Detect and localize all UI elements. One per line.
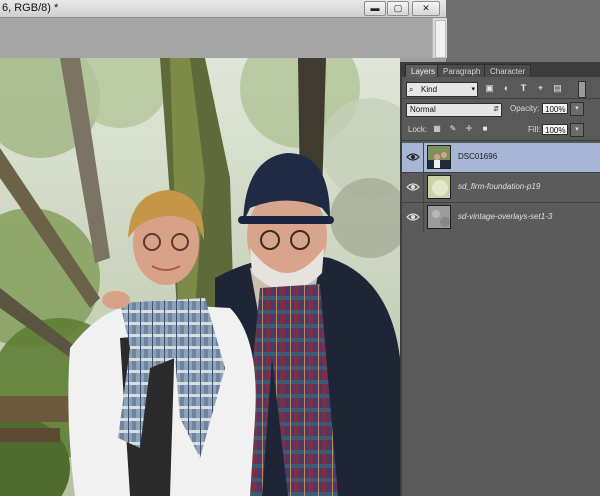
smart-object-filter-icon[interactable]: ▤: [552, 83, 563, 94]
layers-empty-area: [402, 231, 600, 496]
chevron-updown-icon: ⇵: [493, 106, 499, 113]
tab-layers[interactable]: Layers: [405, 64, 442, 78]
image-filter-icon[interactable]: ▣: [484, 83, 495, 94]
shape-filter-icon[interactable]: ⌖: [535, 83, 546, 94]
photo-canvas[interactable]: [0, 58, 400, 496]
divider: [402, 98, 600, 99]
opacity-input[interactable]: 100%: [542, 103, 568, 114]
fill-label: Fill:: [528, 125, 541, 134]
couple-photo: [0, 58, 400, 496]
scrollbar-thumb[interactable]: [435, 20, 446, 58]
layers-panel-body: ⌕ Kind ▾ ▣ ◐ T ⌖ ▤ Normal ⇵ Opacity: 100…: [402, 77, 600, 496]
lock-transparent-pixels-icon[interactable]: ▦: [432, 124, 442, 134]
filter-kind-select[interactable]: ⌕ Kind ▾: [406, 82, 478, 97]
eye-visibility-icon[interactable]: [406, 211, 420, 223]
layer-row-sd-vintage-overlays[interactable]: sd-vintage-overlays-set1-3: [402, 203, 600, 233]
filter-kind-label: Kind: [421, 85, 438, 94]
layer-thumbnail: [427, 205, 451, 229]
lock-label: Lock:: [408, 125, 428, 134]
vertical-scrollbar[interactable]: [432, 18, 447, 58]
adjustment-filter-icon[interactable]: ◐: [501, 83, 512, 94]
lock-position-icon[interactable]: ✛: [464, 124, 474, 134]
search-icon: ⌕: [409, 85, 414, 94]
layer-thumbnail: [427, 145, 451, 169]
layer-row-dsc01696[interactable]: DSC01696: [402, 143, 600, 173]
eye-visibility-icon[interactable]: [406, 181, 420, 193]
opacity-label: Opacity:: [510, 104, 540, 113]
fill-slider-button[interactable]: ▾: [570, 123, 584, 137]
document-title: 6, RGB/8) *: [2, 2, 59, 14]
layer-thumbnail: [427, 175, 451, 199]
layer-name: sd-vintage-overlays-set1-3: [458, 212, 553, 221]
divider: [423, 203, 424, 232]
layer-row-sd-firm-foundation[interactable]: sd_firm-foundation-p19: [402, 173, 600, 203]
divider: [423, 173, 424, 202]
eye-visibility-icon[interactable]: [406, 151, 420, 163]
document-titlebar[interactable]: 6, RGB/8) * ▬ ▢ ✕: [0, 0, 446, 18]
filter-toggle-switch[interactable]: [578, 81, 586, 98]
chevron-down-icon: ▾: [471, 86, 475, 93]
canvas-pasteboard: [0, 18, 432, 58]
opacity-slider-button[interactable]: ▾: [570, 102, 584, 116]
tab-character[interactable]: Character: [484, 64, 532, 78]
lock-all-icon[interactable]: ■: [480, 124, 490, 134]
lock-image-pixels-icon[interactable]: ✎: [448, 124, 458, 134]
panel-tab-bar: Layers Paragraph Character: [402, 62, 600, 78]
minimize-button[interactable]: ▬: [364, 1, 386, 16]
close-button[interactable]: ✕: [412, 1, 440, 16]
blend-mode-select[interactable]: Normal ⇵: [406, 103, 502, 117]
restore-button[interactable]: ▢: [387, 1, 409, 16]
layers-panel: Layers Paragraph Character ⌕ Kind ▾ ▣ ◐ …: [400, 62, 600, 496]
divider: [423, 143, 424, 172]
type-filter-icon[interactable]: T: [518, 83, 529, 94]
layer-name: DSC01696: [458, 152, 498, 161]
document-window: 6, RGB/8) * ▬ ▢ ✕: [0, 0, 447, 496]
layer-name: sd_firm-foundation-p19: [458, 182, 541, 191]
blend-mode-value: Normal: [410, 105, 436, 114]
tab-paragraph[interactable]: Paragraph: [437, 64, 487, 78]
divider: [402, 140, 600, 141]
fill-input[interactable]: 100%: [542, 124, 568, 135]
